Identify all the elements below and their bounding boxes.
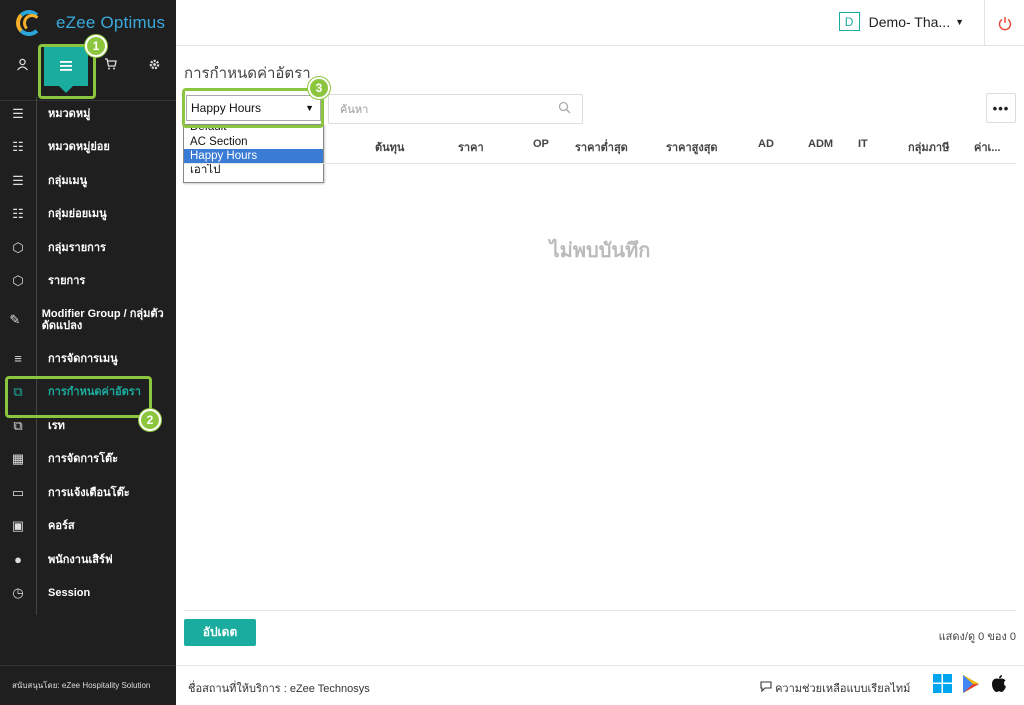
chat-icon: ▭	[11, 484, 25, 500]
sidebar-item-label: กลุ่มย่อยเมนู	[48, 208, 107, 221]
cube-icon: ⬡	[12, 239, 24, 255]
sidebar-item-label: หมวดหมู่	[48, 107, 91, 120]
sublist-icon: ☷	[12, 206, 24, 222]
sidebar-item-course[interactable]: ▣ คอร์ส	[0, 510, 176, 544]
sidebar-item-waiter[interactable]: ● พนักงานเสิร์ฟ	[0, 543, 176, 577]
google-play-icon[interactable]	[962, 674, 980, 699]
sidebar-item-label: รายการ	[48, 275, 86, 288]
sidebar-item-label: การจัดการโต๊ะ	[48, 453, 119, 466]
search-placeholder: ค้นหา	[340, 104, 369, 116]
sidebar-item-subcategory[interactable]: ☷ หมวดหมู่ย่อย	[0, 131, 176, 165]
hotel-initial-badge: D	[838, 12, 860, 31]
ezee-logo-icon	[14, 8, 50, 38]
search-input[interactable]: ค้นหา	[328, 94, 583, 124]
sidebar-item-category[interactable]: ☰ หมวดหมู่	[0, 97, 176, 131]
table-header: ต้นทุน ราคา OP ราคาต่ำสุด ราคาสูงสุด AD …	[184, 130, 1016, 164]
provider-text: ชื่อสถานที่ให้บริการ : eZee Technosys	[188, 683, 370, 695]
sidebar-item-label: กลุ่มเมนู	[48, 174, 88, 187]
top-header: D Demo- Tha... ▼	[176, 0, 1024, 46]
gear-icon[interactable]	[132, 46, 176, 82]
sidebar-item-items[interactable]: ⬡ รายการ	[0, 265, 176, 299]
col-adm: ADM	[808, 138, 834, 150]
col-more: ค่าเ...	[974, 142, 1001, 154]
search-icon	[558, 101, 571, 117]
sidebar-footer: สนับสนุนโดย: eZee Hospitality Solution	[0, 665, 176, 705]
empty-state-text: ไม่พบบันทึก	[549, 240, 651, 262]
sublist-icon: ☷	[12, 139, 24, 155]
sidebar-item-menu-subgroup[interactable]: ☷ กลุ่มย่อยเมนู	[0, 198, 176, 232]
callout-badge-3: 3	[308, 77, 330, 99]
copy-icon: ⧉	[13, 417, 23, 433]
hotel-selector[interactable]: D Demo- Tha... ▼	[838, 12, 964, 31]
more-options-button[interactable]: •••	[986, 93, 1016, 123]
list-icon: ☰	[12, 105, 24, 121]
live-help-link[interactable]: ความช่วยเหลือแบบเรียลไทม์	[760, 679, 910, 697]
power-icon[interactable]	[984, 0, 1024, 46]
sidebar-item-label: พนักงานเสิร์ฟ	[48, 553, 113, 566]
callout-badge-2: 2	[139, 409, 161, 431]
sidebar-item-modifier-group[interactable]: ✎ Modifier Group / กลุ่มตัวดัดแปลง	[0, 298, 176, 342]
option-takeaway[interactable]: เอาไป	[184, 163, 323, 177]
col-it: IT	[858, 138, 868, 150]
sidebar-item-label: คอร์ส	[48, 520, 75, 533]
sidebar-item-menu-management[interactable]: ≡ การจัดการเมนู	[0, 342, 176, 376]
sidebar-item-label: การจัดการเมนู	[48, 352, 118, 365]
callout-badge-1: 1	[85, 35, 107, 57]
sidebar-item-label: การแจ้งเตือนโต๊ะ	[48, 486, 130, 499]
sidebar-item-label: หมวดหมู่ย่อย	[48, 141, 110, 154]
cube-icon: ⬡	[12, 273, 24, 289]
col-max-price: ราคาสูงสุด	[666, 142, 718, 154]
sidebar-item-label: เรท	[48, 419, 65, 432]
sidebar-item-label: Session	[48, 587, 91, 600]
sidebar-item-label: กลุ่มรายการ	[48, 241, 106, 254]
col-cost: ต้นทุน	[375, 142, 405, 154]
sidebar-item-table-notification[interactable]: ▭ การแจ้งเตือนโต๊ะ	[0, 476, 176, 510]
callout-highlight-2	[5, 376, 152, 418]
app-name: eZee Optimus	[56, 13, 166, 32]
hamburger-icon: ≡	[14, 351, 22, 367]
sidebar: eZee Optimus ☰ หมวดหมู่ ☷ หมวดหมู่ย่อย ☰ กล…	[0, 0, 176, 705]
record-count: แสดง/ดู 0 ของ 0	[938, 631, 1016, 643]
caret-down-icon: ▼	[955, 16, 964, 27]
sidebar-item-menu-group[interactable]: ☰ กลุ่มเมนู	[0, 164, 176, 198]
bottom-bar: ชื่อสถานที่ให้บริการ : eZee Technosys คว…	[176, 665, 1024, 705]
sidebar-item-label: Modifier Group / กลุ่มตัวดัดแปลง	[41, 308, 164, 332]
live-help-label: ความช่วยเหลือแบบเรียลไทม์	[775, 683, 911, 695]
windows-store-icon[interactable]	[933, 674, 952, 698]
book-icon: ▣	[11, 518, 25, 534]
col-ad: AD	[758, 138, 774, 150]
col-tax-group: กลุ่มภาษี	[908, 142, 950, 154]
chat-icon	[760, 681, 775, 695]
edit-icon: ✎	[9, 312, 21, 327]
callout-highlight-3	[182, 88, 324, 128]
sidebar-item-table-management[interactable]: ▦ การจัดการโต๊ะ	[0, 443, 176, 477]
update-button[interactable]: อัปเดต	[184, 619, 256, 646]
col-price: ราคา	[458, 142, 484, 154]
menu-list-icon: ☰	[12, 172, 24, 188]
clock-icon: ◷	[12, 585, 24, 601]
col-op: OP	[533, 138, 549, 150]
sidebar-item-item-group[interactable]: ⬡ กลุ่มรายการ	[0, 231, 176, 265]
hotel-name: Demo- Tha...	[868, 13, 951, 30]
sidebar-item-session[interactable]: ◷ Session	[0, 577, 176, 611]
grid-icon: ▦	[11, 451, 25, 467]
page-title: การกำหนดค่าอัตรา	[184, 65, 311, 82]
apple-store-icon[interactable]	[991, 674, 1007, 698]
col-min-price: ราคาต่ำสุด	[575, 142, 628, 154]
sidebar-menu: ☰ หมวดหมู่ ☷ หมวดหมู่ย่อย ☰ กลุ่มเมนู ☷ กลุ่…	[0, 97, 176, 610]
user-icon: ●	[14, 552, 22, 568]
